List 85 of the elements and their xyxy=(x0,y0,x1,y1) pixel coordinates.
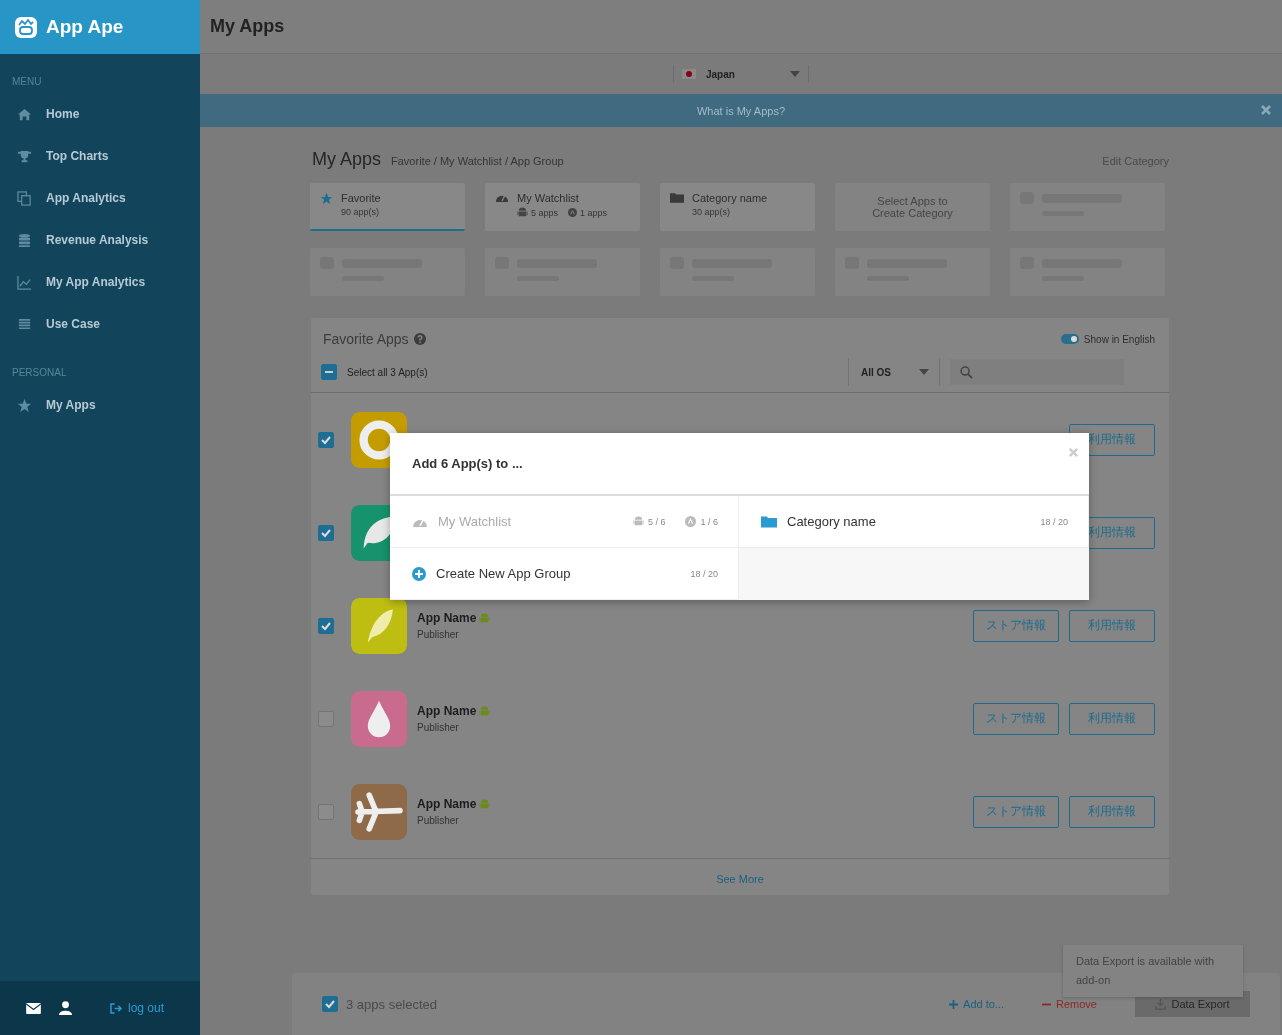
publisher-name: Publisher xyxy=(417,815,460,826)
group-title: Category name xyxy=(692,192,768,204)
database-icon xyxy=(17,232,32,248)
app-count: 90 app(s) xyxy=(341,207,380,217)
ios-count: 1 apps xyxy=(580,207,608,218)
app-checkbox[interactable] xyxy=(318,431,334,448)
android-icon xyxy=(479,612,491,624)
group-title: My Watchlist xyxy=(517,192,580,204)
star-icon xyxy=(320,192,333,205)
select-all-label: Select all 3 App(s) xyxy=(347,366,428,378)
sidebar-item[interactable]: App Analytics xyxy=(0,177,200,219)
remove-button[interactable]: Remove xyxy=(1042,998,1097,1010)
section-heading: PERSONAL xyxy=(11,366,68,380)
sidebar-item[interactable]: My Apps xyxy=(0,384,200,426)
home-icon xyxy=(17,106,32,122)
group-option[interactable]: Category name 18 / 20 xyxy=(739,496,1089,548)
ios-count: 1 / 6 xyxy=(700,516,718,527)
folder-icon xyxy=(761,515,777,528)
app-checkbox[interactable] xyxy=(318,617,334,634)
user-icon[interactable] xyxy=(59,1001,72,1015)
group-count: 18 / 20 xyxy=(690,568,718,579)
info-bar-link[interactable]: What is My Apps? xyxy=(696,104,785,117)
selection-checkbox[interactable] xyxy=(322,996,338,1012)
app-checkbox[interactable] xyxy=(318,710,334,727)
toggle-label: Show in English xyxy=(1083,333,1155,345)
select-all-checkbox[interactable] xyxy=(321,364,337,380)
sidebar-item[interactable]: Top Charts xyxy=(0,135,200,177)
search-field[interactable] xyxy=(950,359,1124,385)
ape-logo-icon xyxy=(14,15,38,39)
help-icon[interactable] xyxy=(413,333,426,345)
android-icon xyxy=(479,705,491,717)
panel-title: Favorite Apps xyxy=(323,331,409,347)
group-option[interactable]: Create New App Group 18 / 20 xyxy=(390,548,739,600)
sidebar-item[interactable]: Use Case xyxy=(0,303,200,345)
country-dropdown[interactable]: Japan xyxy=(673,65,809,83)
brand-name: App Ape xyxy=(46,16,124,38)
group-card[interactable]: My Watchlist 5 apps 1 apps xyxy=(485,183,640,231)
close-icon[interactable] xyxy=(1260,104,1272,116)
line-chart-icon xyxy=(17,274,32,290)
create-category-card[interactable]: Select Apps to Create Category xyxy=(835,183,990,231)
dialog-title: Add 6 App(s) to ... xyxy=(412,456,523,471)
android-count: 5 apps xyxy=(531,207,559,218)
android-icon xyxy=(632,516,644,527)
group-card[interactable]: Category name 30 app(s) xyxy=(660,183,815,231)
tooltip: Data Export is available with add-on xyxy=(1063,945,1243,997)
app-name[interactable]: App Name xyxy=(417,704,477,718)
breadcrumb: Favorite / My Watchlist / App Group xyxy=(391,155,564,167)
selection-count: 3 apps selected xyxy=(346,996,438,1012)
toggle-switch[interactable] xyxy=(1060,334,1079,344)
add-icon xyxy=(412,566,426,581)
group-count: 18 / 20 xyxy=(1040,516,1068,527)
page-title: My Apps xyxy=(312,149,382,170)
plus-icon xyxy=(949,999,959,1009)
trophy-icon xyxy=(17,148,32,164)
ios-icon xyxy=(685,516,697,527)
logout-icon xyxy=(110,1002,123,1014)
folder-icon xyxy=(670,192,684,203)
android-count: 5 / 6 xyxy=(647,516,666,527)
copy-icon xyxy=(17,190,32,206)
group-title: Favorite xyxy=(341,192,381,204)
mail-icon[interactable] xyxy=(26,1002,41,1014)
app-checkbox[interactable] xyxy=(318,803,334,820)
publisher-name: Publisher xyxy=(417,629,460,640)
android-icon xyxy=(517,207,528,218)
sidebar-item[interactable]: Revenue Analysis xyxy=(0,219,200,261)
app-name[interactable]: App Name xyxy=(417,611,477,625)
group-card[interactable]: Favorite 90 app(s) xyxy=(310,183,465,231)
app-checkbox[interactable] xyxy=(318,524,334,541)
search-icon xyxy=(960,365,973,379)
sidebar-item[interactable]: My App Analytics xyxy=(0,261,200,303)
ios-icon xyxy=(568,208,578,217)
sidebar-item[interactable]: Home xyxy=(0,93,200,135)
caret-icon xyxy=(790,71,800,77)
android-icon xyxy=(479,798,491,810)
app-count: 30 app(s) xyxy=(692,207,731,217)
download-icon xyxy=(1155,998,1167,1010)
flag-icon xyxy=(682,69,696,79)
os-filter-dropdown[interactable]: All OS xyxy=(848,358,940,386)
publisher-name: Publisher xyxy=(417,722,460,733)
section-heading: MENU xyxy=(11,75,43,89)
star-icon xyxy=(17,397,32,413)
logout-link[interactable]: log out xyxy=(110,1001,165,1015)
list-icon xyxy=(17,316,32,332)
caret-icon xyxy=(919,369,929,375)
app-name[interactable]: App Name xyxy=(417,797,477,811)
